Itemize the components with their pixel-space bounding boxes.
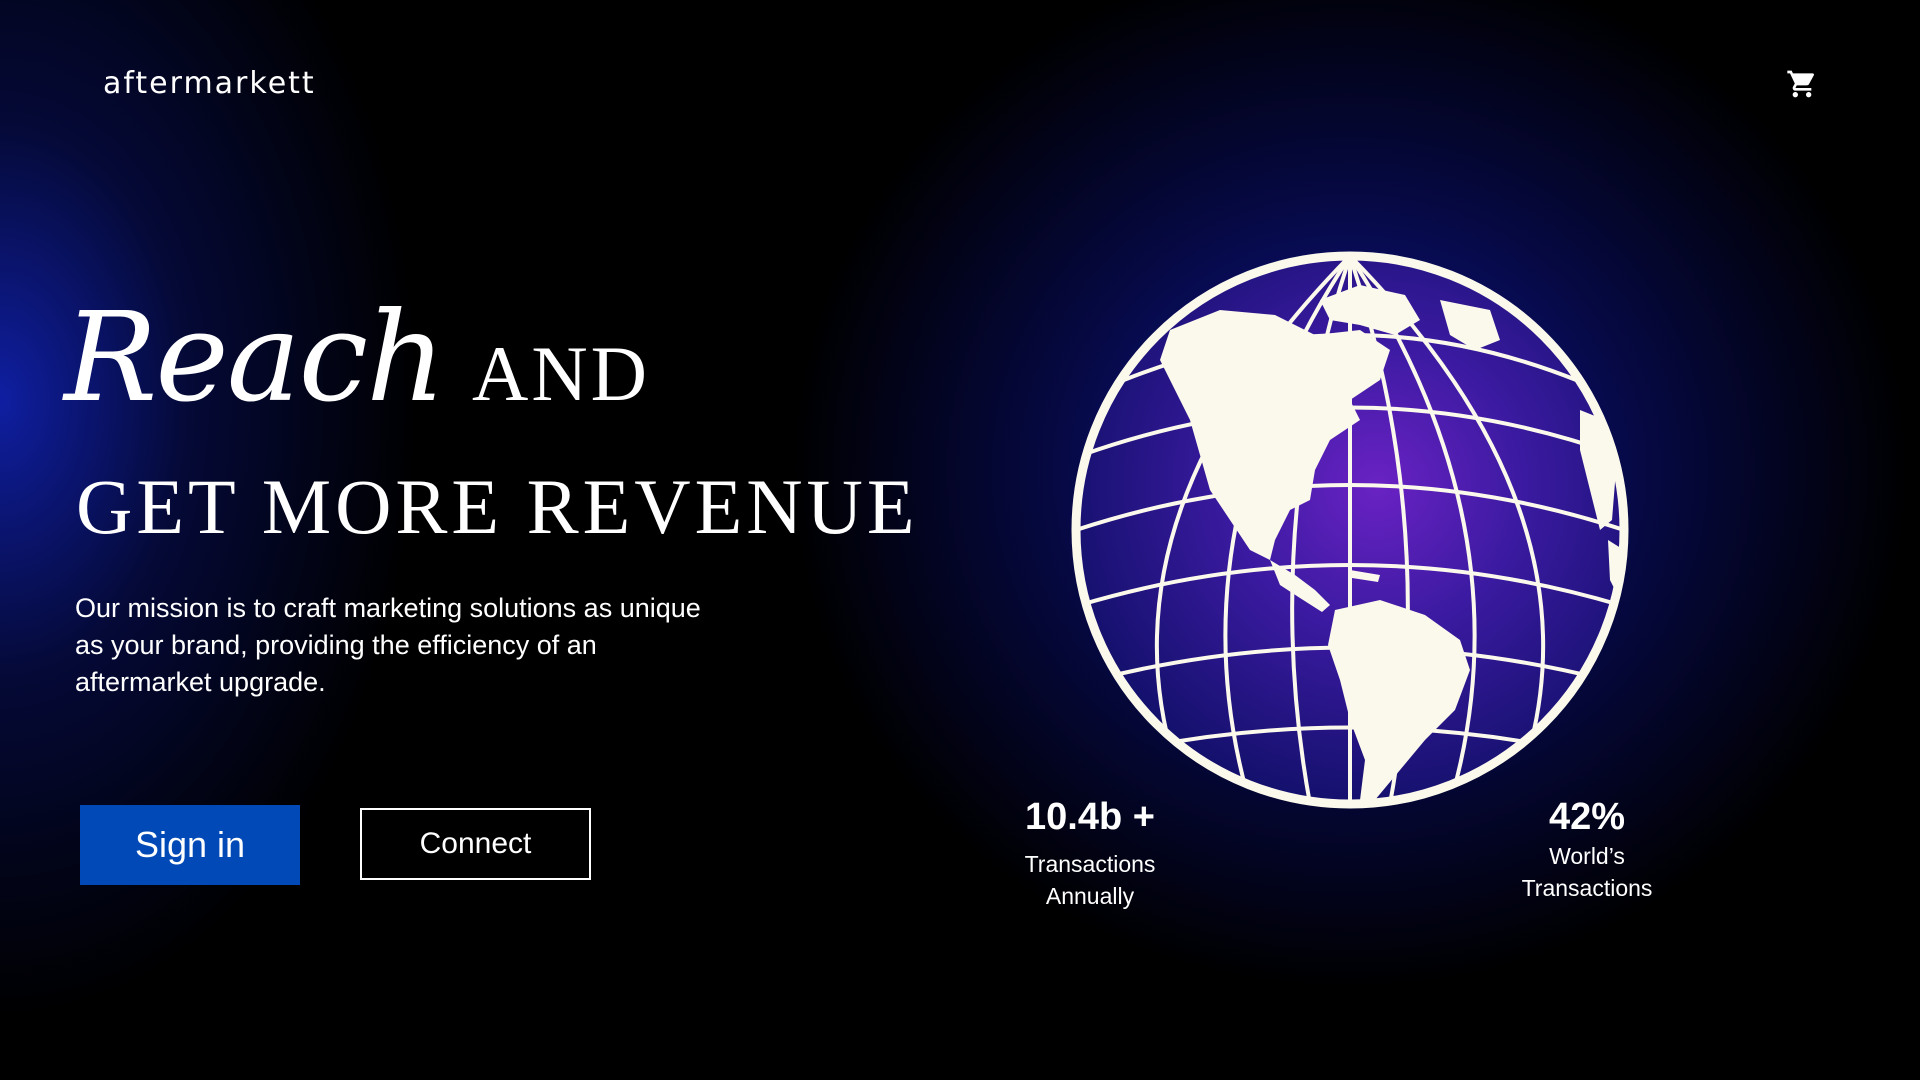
stat-value: 42% [1548,796,1626,838]
globe-icon [1060,240,1640,820]
stat-label: World’s Transactions [1467,840,1707,904]
stat-label-line: Annually [1045,883,1135,909]
stat-label-line: World’s [1549,843,1625,869]
headline-script-word: Reach [64,286,446,430]
cart-icon[interactable] [1786,68,1818,100]
stat-value: 10.4b + [1025,796,1155,838]
stat-transactions-annually: 10.4b + Transactions Annually [970,794,1210,912]
headline-line-1: Reach AND [64,296,650,420]
headline-line-2: GET MORE REVENUE [76,463,919,550]
connect-button[interactable]: Connect [360,808,591,880]
stat-label: Transactions Annually [970,848,1210,912]
hero-section: aftermarkett Reach AND GET MORE REVENUE O… [0,0,1920,1080]
headline-and-word: AND [471,330,650,417]
mission-text: Our mission is to craft marketing soluti… [75,593,701,697]
stat-label-line: Transactions [1024,851,1156,877]
stat-label-line: Transactions [1521,875,1653,901]
stat-world-transactions: 42% World’s Transactions [1467,794,1707,904]
brand-logo[interactable]: aftermarkett [103,66,316,101]
sign-in-button[interactable]: Sign in [80,805,300,885]
